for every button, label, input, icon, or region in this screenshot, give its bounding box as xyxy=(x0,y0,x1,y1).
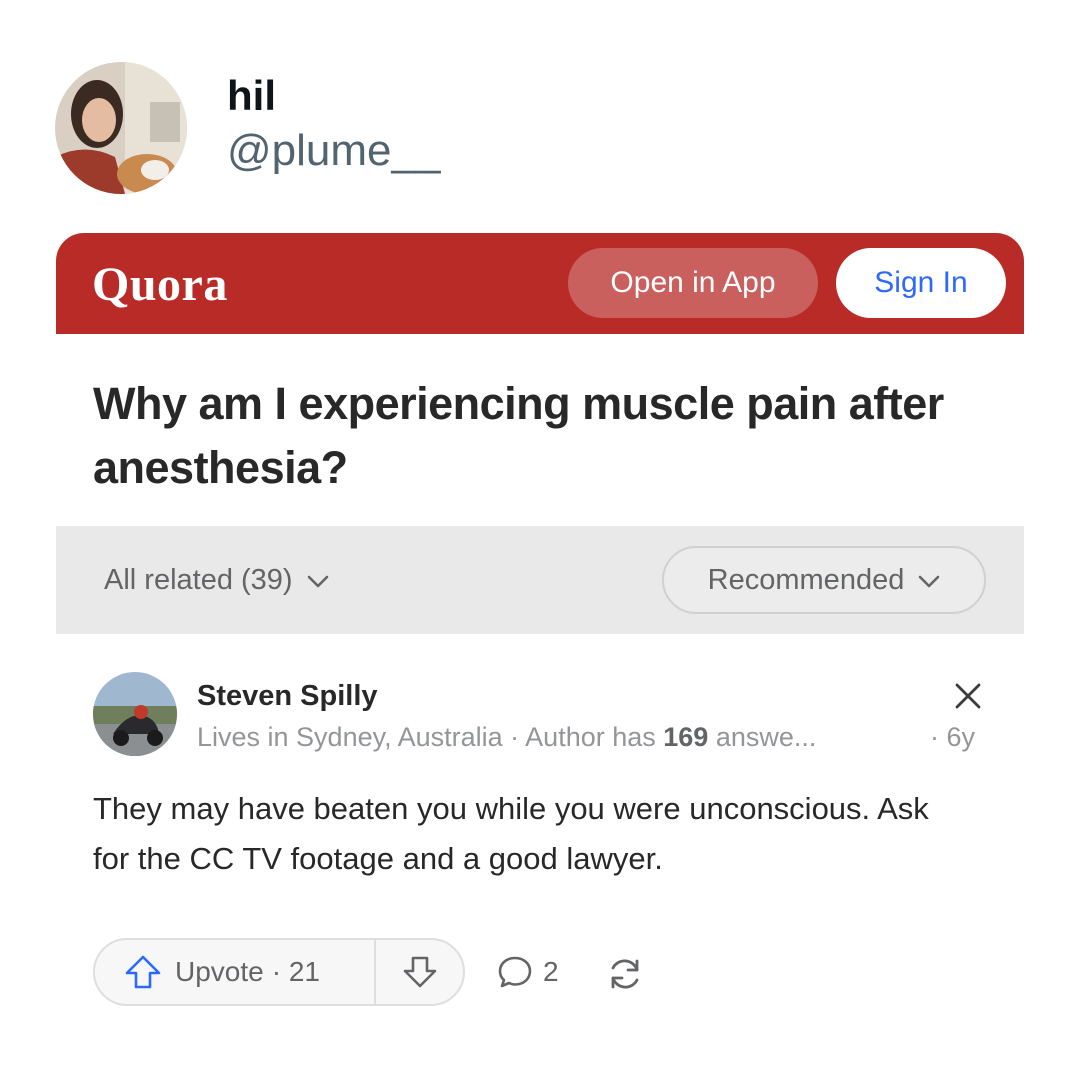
tweet-header: hil @plume__ xyxy=(55,62,440,194)
author-name[interactable]: Steven Spilly xyxy=(197,680,378,713)
upvote-count: · 21 xyxy=(271,956,320,987)
display-name: hil xyxy=(227,72,276,119)
filter-bar: All related (39) Recommended xyxy=(56,526,1024,634)
upvote-label: Upvote xyxy=(175,956,264,987)
chevron-down-icon xyxy=(307,564,329,597)
open-in-app-button[interactable]: Open in App xyxy=(568,248,818,318)
author-credentials: Lives in Sydney, Australia · Author has … xyxy=(197,722,816,753)
credential-suffix: answe... xyxy=(708,722,817,752)
author-avatar[interactable] xyxy=(93,672,177,756)
user-handle[interactable]: @plume__ xyxy=(227,124,440,178)
chevron-down-icon xyxy=(918,564,940,597)
comment-icon xyxy=(498,956,532,988)
share-icon xyxy=(611,959,639,989)
sign-in-button[interactable]: Sign In xyxy=(836,248,1006,318)
credential-text: Lives in Sydney, Australia · Author has xyxy=(197,722,664,752)
upvote-button[interactable]: Upvote · 21 xyxy=(95,940,376,1004)
comments-button[interactable]: 2 xyxy=(497,955,559,989)
quora-header: Quora Open in App Sign In xyxy=(56,233,1024,334)
vote-controls: Upvote · 21 xyxy=(93,938,465,1006)
answer-count: 169 xyxy=(663,722,709,752)
avatar[interactable] xyxy=(55,62,187,194)
sort-dropdown[interactable]: Recommended xyxy=(662,546,986,614)
all-related-label: All related (39) xyxy=(104,564,293,596)
upvote-icon xyxy=(125,955,161,989)
comment-count: 2 xyxy=(543,956,559,987)
all-related-dropdown[interactable]: All related (39) xyxy=(104,564,329,597)
sort-label: Recommended xyxy=(707,563,905,596)
answer-age: · 6y xyxy=(930,722,976,752)
answer-body: They may have beaten you while you were … xyxy=(93,791,929,876)
share-button[interactable] xyxy=(606,955,644,993)
downvote-button[interactable] xyxy=(376,940,463,1004)
close-icon[interactable] xyxy=(954,682,982,710)
downvote-icon xyxy=(403,956,436,988)
question-title[interactable]: Why am I experiencing muscle pain after … xyxy=(93,372,973,500)
quora-logo[interactable]: Quora xyxy=(92,257,228,312)
